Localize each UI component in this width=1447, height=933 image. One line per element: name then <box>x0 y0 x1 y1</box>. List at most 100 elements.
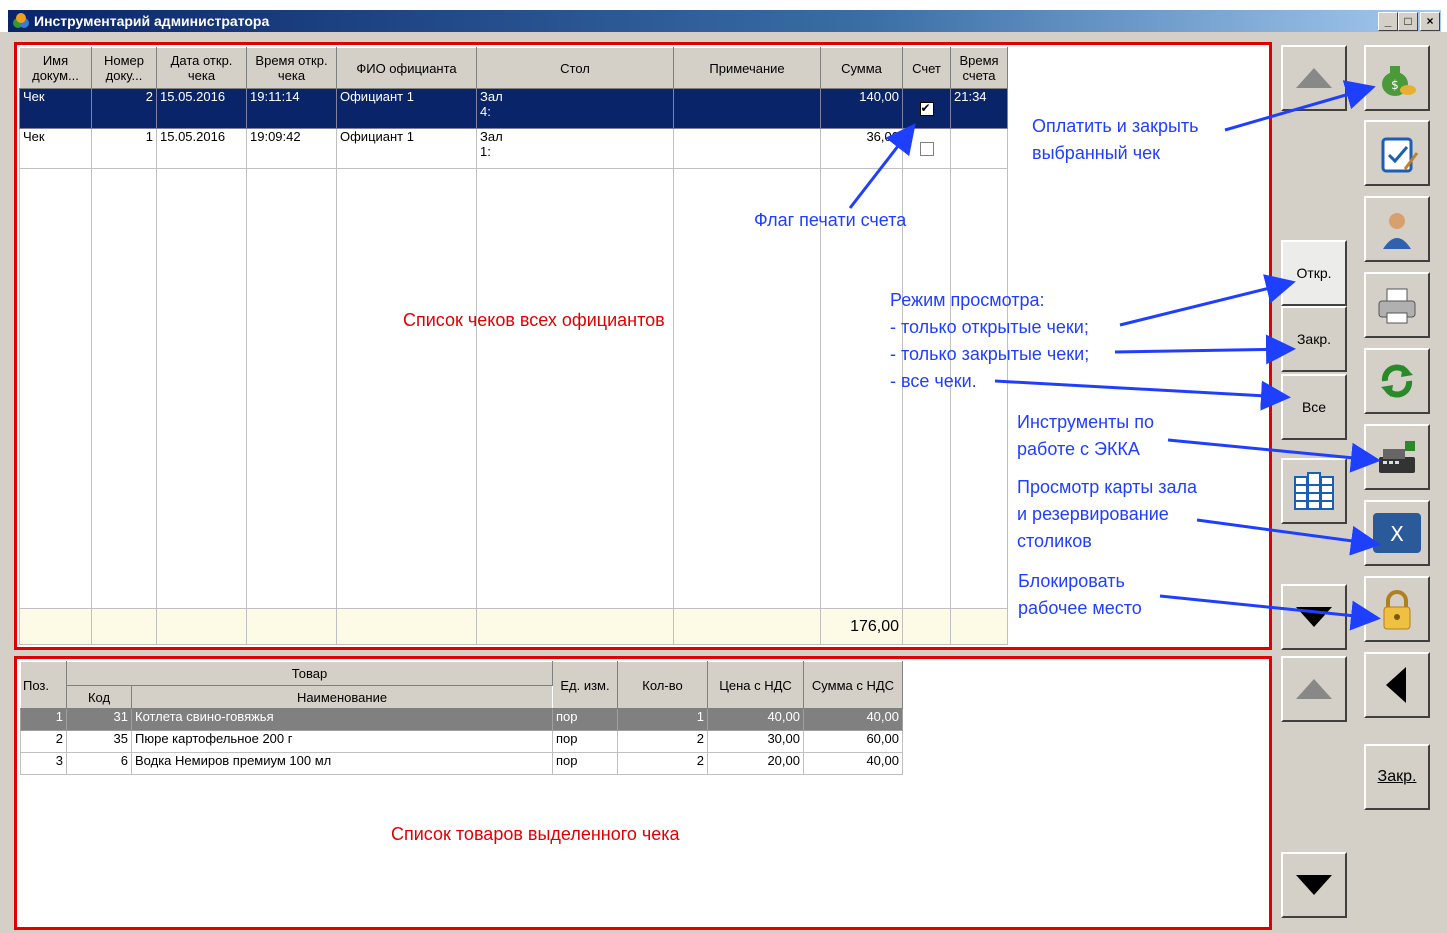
col-code[interactable]: Код <box>66 685 132 709</box>
cell-item-sum: 40,00 <box>803 708 903 731</box>
table-row[interactable]: 2 35 Пюре картофельное 200 г пор 2 30,00… <box>20 730 903 753</box>
ekka-tools-button[interactable] <box>1364 424 1430 490</box>
items-table: Поз. Товар Ед. изм. Кол-во Цена с НДС Су… <box>20 661 903 775</box>
col-name[interactable]: Наименование <box>131 685 553 709</box>
mode-all-label: Все <box>1301 399 1327 415</box>
table-row[interactable]: 1 31 Котлета свино-говяжья пор 1 40,00 4… <box>20 708 903 731</box>
close-button[interactable]: Закр. <box>1364 744 1430 810</box>
col-waiter[interactable]: ФИО официанта <box>336 47 477 89</box>
cell-bill-time: 21:34 <box>950 88 1008 129</box>
mode-closed-button[interactable]: Закр. <box>1281 306 1347 372</box>
checks-list-note: Список чеков всех официантов <box>403 310 665 330</box>
col-price[interactable]: Цена с НДС <box>707 661 804 709</box>
view-mode-note-line1: Режим просмотра: <box>890 290 1045 310</box>
cell-price: 20,00 <box>707 752 804 775</box>
hall-map-button[interactable]: X <box>1364 500 1430 566</box>
lock-note-line1: Блокировать <box>1018 571 1125 591</box>
printer-icon <box>1378 288 1416 324</box>
window-title: Инструментарий администратора <box>34 13 270 29</box>
cell-bill <box>902 128 951 169</box>
hall-map-icon: X <box>1373 513 1421 553</box>
col-unit[interactable]: Ед. изм. <box>552 661 618 709</box>
cell-sum: 36,00 <box>820 128 903 169</box>
items-scroll-up-button[interactable] <box>1281 656 1347 722</box>
cell-waiter: Официант 1 <box>336 88 477 129</box>
cell-code: 35 <box>66 730 132 753</box>
cell-note <box>673 128 821 169</box>
waiter-button[interactable] <box>1364 196 1430 262</box>
col-open-date[interactable]: Дата откр. чека <box>156 47 247 89</box>
close-button-label: Закр. <box>1377 768 1417 785</box>
pay-close-button[interactable]: $ <box>1364 45 1430 111</box>
cell-note <box>673 88 821 129</box>
cell-code: 6 <box>66 752 132 775</box>
scroll-down-button[interactable] <box>1281 584 1347 650</box>
cell-table: Зал 4: <box>476 88 674 129</box>
cell-pos: 1 <box>20 708 67 731</box>
col-pos[interactable]: Поз. <box>20 661 67 709</box>
close-window-button[interactable]: × <box>1420 12 1440 31</box>
cell-table: Зал 1: <box>476 128 674 169</box>
triangle-up-icon <box>1296 68 1332 88</box>
refresh-button[interactable] <box>1364 348 1430 414</box>
cell-num: 1 <box>91 128 157 169</box>
cell-qty: 2 <box>617 752 708 775</box>
cell-unit: пор <box>552 730 618 753</box>
mode-all-button[interactable]: Все <box>1281 374 1347 440</box>
cell-bill-time <box>950 128 1008 169</box>
cell-price: 30,00 <box>707 730 804 753</box>
cell-name: Водка Немиров премиум 100 мл <box>131 752 553 775</box>
lock-icon <box>1383 590 1411 630</box>
table-number: 1: <box>480 144 491 159</box>
table-row[interactable]: Чек 2 15.05.2016 19:11:14 Официант 1 Зал… <box>19 88 1008 129</box>
cell-unit: пор <box>552 752 618 775</box>
app-icon <box>13 13 29 28</box>
scroll-up-button[interactable] <box>1281 45 1347 111</box>
table-hall: Зал <box>480 89 503 105</box>
table-row[interactable]: 3 6 Водка Немиров премиум 100 мл пор 2 2… <box>20 752 903 775</box>
print-button[interactable] <box>1364 272 1430 338</box>
cell-bill <box>902 88 951 129</box>
col-table[interactable]: Стол <box>476 47 674 89</box>
cell-price: 40,00 <box>707 708 804 731</box>
col-doc-number[interactable]: Номер доку... <box>91 47 157 89</box>
bill-checkbox[interactable] <box>919 142 934 157</box>
back-button[interactable] <box>1364 652 1430 718</box>
money-bag-icon: $ <box>1382 66 1416 96</box>
col-bill[interactable]: Счет <box>902 47 951 89</box>
col-item-sum[interactable]: Сумма с НДС <box>803 661 903 709</box>
triangle-left-icon <box>1386 667 1406 703</box>
col-bill-time[interactable]: Время счета <box>950 47 1008 89</box>
cell-qty: 1 <box>617 708 708 731</box>
col-open-time[interactable]: Время откр. чека <box>246 47 337 89</box>
hall-map-note-line1: Просмотр карты зала <box>1017 477 1198 497</box>
pay-close-note-line1: Оплатить и закрыть <box>1032 116 1199 136</box>
items-panel: Поз. Товар Ед. изм. Кол-во Цена с НДС Су… <box>14 656 1272 930</box>
bill-checkbox[interactable] <box>919 101 934 117</box>
lock-workstation-button[interactable] <box>1364 576 1430 642</box>
minimize-button[interactable]: _ <box>1378 12 1398 31</box>
cell-num: 2 <box>91 88 157 129</box>
bill-flag-note: Флаг печати счета <box>754 210 907 230</box>
maximize-button[interactable]: □ <box>1398 12 1418 31</box>
svg-text:$: $ <box>1391 78 1399 92</box>
mode-open-button[interactable]: Откр. <box>1281 240 1347 306</box>
table-row[interactable]: Чек 1 15.05.2016 19:09:42 Официант 1 Зал… <box>19 128 1008 169</box>
clipboard-check-icon <box>1381 137 1419 173</box>
items-scroll-down-button[interactable] <box>1281 852 1347 918</box>
col-goods: Товар <box>66 661 553 686</box>
col-sum[interactable]: Сумма <box>820 47 903 89</box>
pay-close-note: Оплатить и закрыть выбранный чек <box>1032 113 1199 167</box>
edit-check-button[interactable] <box>1364 120 1430 186</box>
empty-area <box>19 168 1008 609</box>
columns-button[interactable] <box>1281 458 1347 524</box>
total-sum: 176,00 <box>820 608 903 645</box>
cell-unit: пор <box>552 708 618 731</box>
col-note[interactable]: Примечание <box>673 47 821 89</box>
cell-code: 31 <box>66 708 132 731</box>
lock-note: Блокировать рабочее место <box>1018 568 1142 622</box>
col-doc-name[interactable]: Имя докум... <box>19 47 92 89</box>
cell-date: 15.05.2016 <box>156 128 247 169</box>
col-qty[interactable]: Кол-во <box>617 661 708 709</box>
cell-item-sum: 40,00 <box>803 752 903 775</box>
